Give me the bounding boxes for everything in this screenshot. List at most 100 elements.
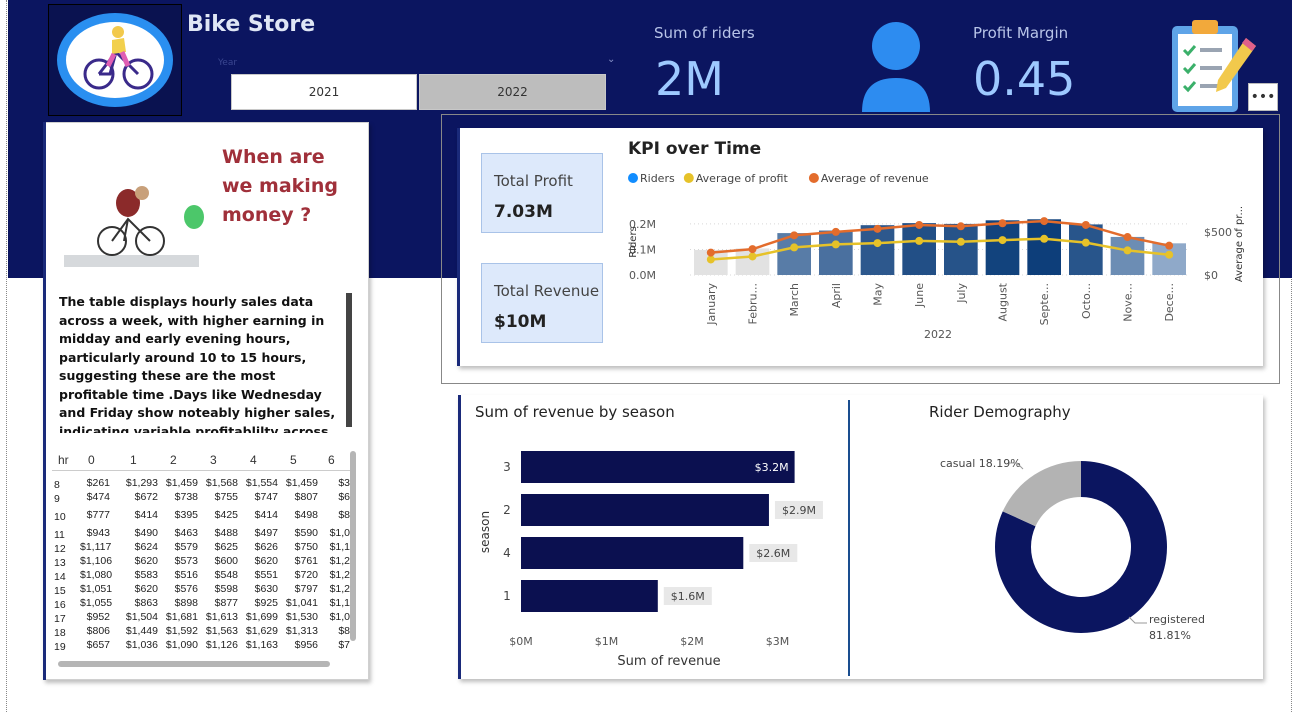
sales-cell: $598: [214, 583, 238, 595]
pie-chart-title: Rider Demography: [929, 403, 1071, 421]
y2-axis-label: Average of pr...: [1234, 206, 1245, 282]
sales-cell: $548: [214, 569, 238, 581]
total-revenue-card: Total Revenue $10M: [481, 263, 603, 343]
sales-cell: $630: [254, 583, 278, 595]
kpi-chart-title: KPI over Time: [628, 139, 761, 159]
legend-label[interactable]: Average of profit: [696, 172, 789, 185]
x-tick-label: June: [913, 283, 926, 308]
sales-cell: $1,163: [245, 639, 278, 651]
sales-cell: $747: [254, 491, 278, 503]
table-horizontal-scrollbar[interactable]: [58, 661, 330, 667]
season-bar[interactable]: [521, 494, 769, 526]
avg-profit-point[interactable]: [873, 239, 882, 248]
avg-profit-point[interactable]: [706, 255, 715, 264]
hour-cell: 14: [54, 571, 66, 583]
sales-cell: $1,051: [80, 583, 113, 595]
sales-cell: $463: [174, 527, 198, 539]
season-bar[interactable]: [521, 451, 795, 483]
sales-cell: $807: [294, 491, 318, 503]
avg-revenue-point[interactable]: [706, 248, 715, 257]
more-options-button[interactable]: •••: [1248, 83, 1278, 111]
sales-cell: $750: [294, 541, 318, 553]
legend-label[interactable]: Riders: [640, 172, 675, 185]
x-tick-label: Febru...: [747, 283, 760, 324]
avg-profit-point[interactable]: [998, 236, 1007, 245]
year-button-2021[interactable]: 2021: [231, 74, 417, 110]
avg-profit-point[interactable]: [1123, 246, 1132, 255]
hourly-sales-table: hr 0 1 2 3 4 5 6 8 $261 $1,293 $1,459 $1,568 $1,554 $…: [52, 451, 352, 665]
avg-profit-point[interactable]: [831, 240, 840, 249]
season-bar[interactable]: [521, 537, 744, 569]
registered-leader-line: [1128, 616, 1147, 624]
riders-bar[interactable]: [944, 223, 978, 275]
avg-revenue-point[interactable]: [915, 220, 924, 229]
sales-cell: $1,055: [80, 597, 113, 609]
total-revenue-value: $10M: [494, 312, 547, 332]
riders-bar[interactable]: [902, 223, 936, 275]
season-tick-label: 2: [503, 503, 511, 517]
sales-cell: $1,681: [165, 611, 198, 623]
avg-revenue-point[interactable]: [956, 222, 965, 231]
legend-marker: [808, 173, 819, 183]
avg-profit-point[interactable]: [915, 236, 924, 245]
hour-cell: 10: [54, 511, 66, 523]
table-row: 12 $1,117 $624 $579 $625 $626 $750 $1,1: [52, 541, 352, 555]
avg-revenue-point[interactable]: [790, 231, 799, 240]
panel-accent-stripe: [43, 122, 46, 680]
chevron-down-icon[interactable]: ⌄: [607, 54, 615, 65]
riders-kpi-label: Sum of riders: [654, 24, 755, 42]
profit-margin-value: 0.45: [973, 52, 1076, 106]
season-bar[interactable]: [521, 580, 658, 612]
question-line-1: When are: [222, 146, 325, 168]
sales-cell: $1,313: [285, 625, 318, 637]
avg-profit-point[interactable]: [1165, 250, 1174, 259]
x-axis-label: Sum of revenue: [617, 654, 720, 669]
table-row: 18 $806 $1,449 $1,592 $1,563 $1,629 $1,313 $8: [52, 625, 352, 639]
year-button-2022[interactable]: 2022: [419, 74, 606, 110]
avg-profit-point[interactable]: [956, 237, 965, 246]
table-vertical-scrollbar[interactable]: [350, 451, 356, 641]
y2-tick-label: $500: [1204, 226, 1232, 239]
sales-cell: $943: [86, 527, 110, 539]
riders-bar[interactable]: [819, 230, 853, 275]
riders-bar[interactable]: [1110, 236, 1145, 275]
avg-revenue-point[interactable]: [748, 245, 757, 254]
avg-profit-point[interactable]: [1040, 234, 1049, 243]
bicycle-icon: [83, 26, 154, 90]
avg-revenue-point[interactable]: [873, 224, 882, 233]
avg-revenue-point[interactable]: [998, 219, 1007, 228]
avg-profit-point[interactable]: [790, 243, 799, 252]
sales-cell: $261: [86, 477, 110, 489]
riders-bar[interactable]: [1069, 224, 1103, 275]
avg-profit-point[interactable]: [748, 252, 757, 261]
sales-cell: $761: [294, 555, 318, 567]
sales-cell: $6: [338, 491, 350, 503]
x-tick-label: $2M: [680, 635, 704, 648]
avg-revenue-point[interactable]: [1123, 233, 1132, 242]
report-canvas: Bike Store Year ⌄ 2021 2022 Sum of rider…: [0, 0, 1297, 712]
sales-cell: $1,449: [125, 625, 158, 637]
sales-cell: $1,117: [80, 541, 112, 553]
legend-marker: [628, 173, 638, 183]
year-slicer-label: Year: [218, 58, 238, 68]
avg-profit-point[interactable]: [1081, 238, 1090, 247]
sales-cell: $600: [214, 555, 238, 567]
sales-cell: $777: [86, 509, 110, 521]
registered-label: registered: [1149, 613, 1205, 626]
x-tick-label: January: [705, 283, 718, 326]
season-value-label: $2.9M: [782, 504, 816, 517]
sales-cell: $1,2: [329, 569, 350, 581]
avg-revenue-point[interactable]: [1165, 241, 1174, 250]
casual-slice[interactable]: [1002, 461, 1081, 527]
x-tick-label: August: [997, 282, 1010, 321]
riders-bar[interactable]: [985, 220, 1020, 275]
riders-bar[interactable]: [1027, 219, 1061, 275]
x-tick-label: $0M: [509, 635, 533, 648]
legend-label[interactable]: Average of revenue: [821, 172, 929, 185]
description-scrollbar[interactable]: [346, 293, 352, 427]
avg-revenue-point[interactable]: [1081, 220, 1090, 229]
logo-ring: [57, 13, 173, 107]
avg-revenue-point[interactable]: [831, 227, 840, 236]
season-chart-title: Sum of revenue by season: [475, 403, 675, 421]
avg-revenue-point[interactable]: [1040, 217, 1049, 226]
